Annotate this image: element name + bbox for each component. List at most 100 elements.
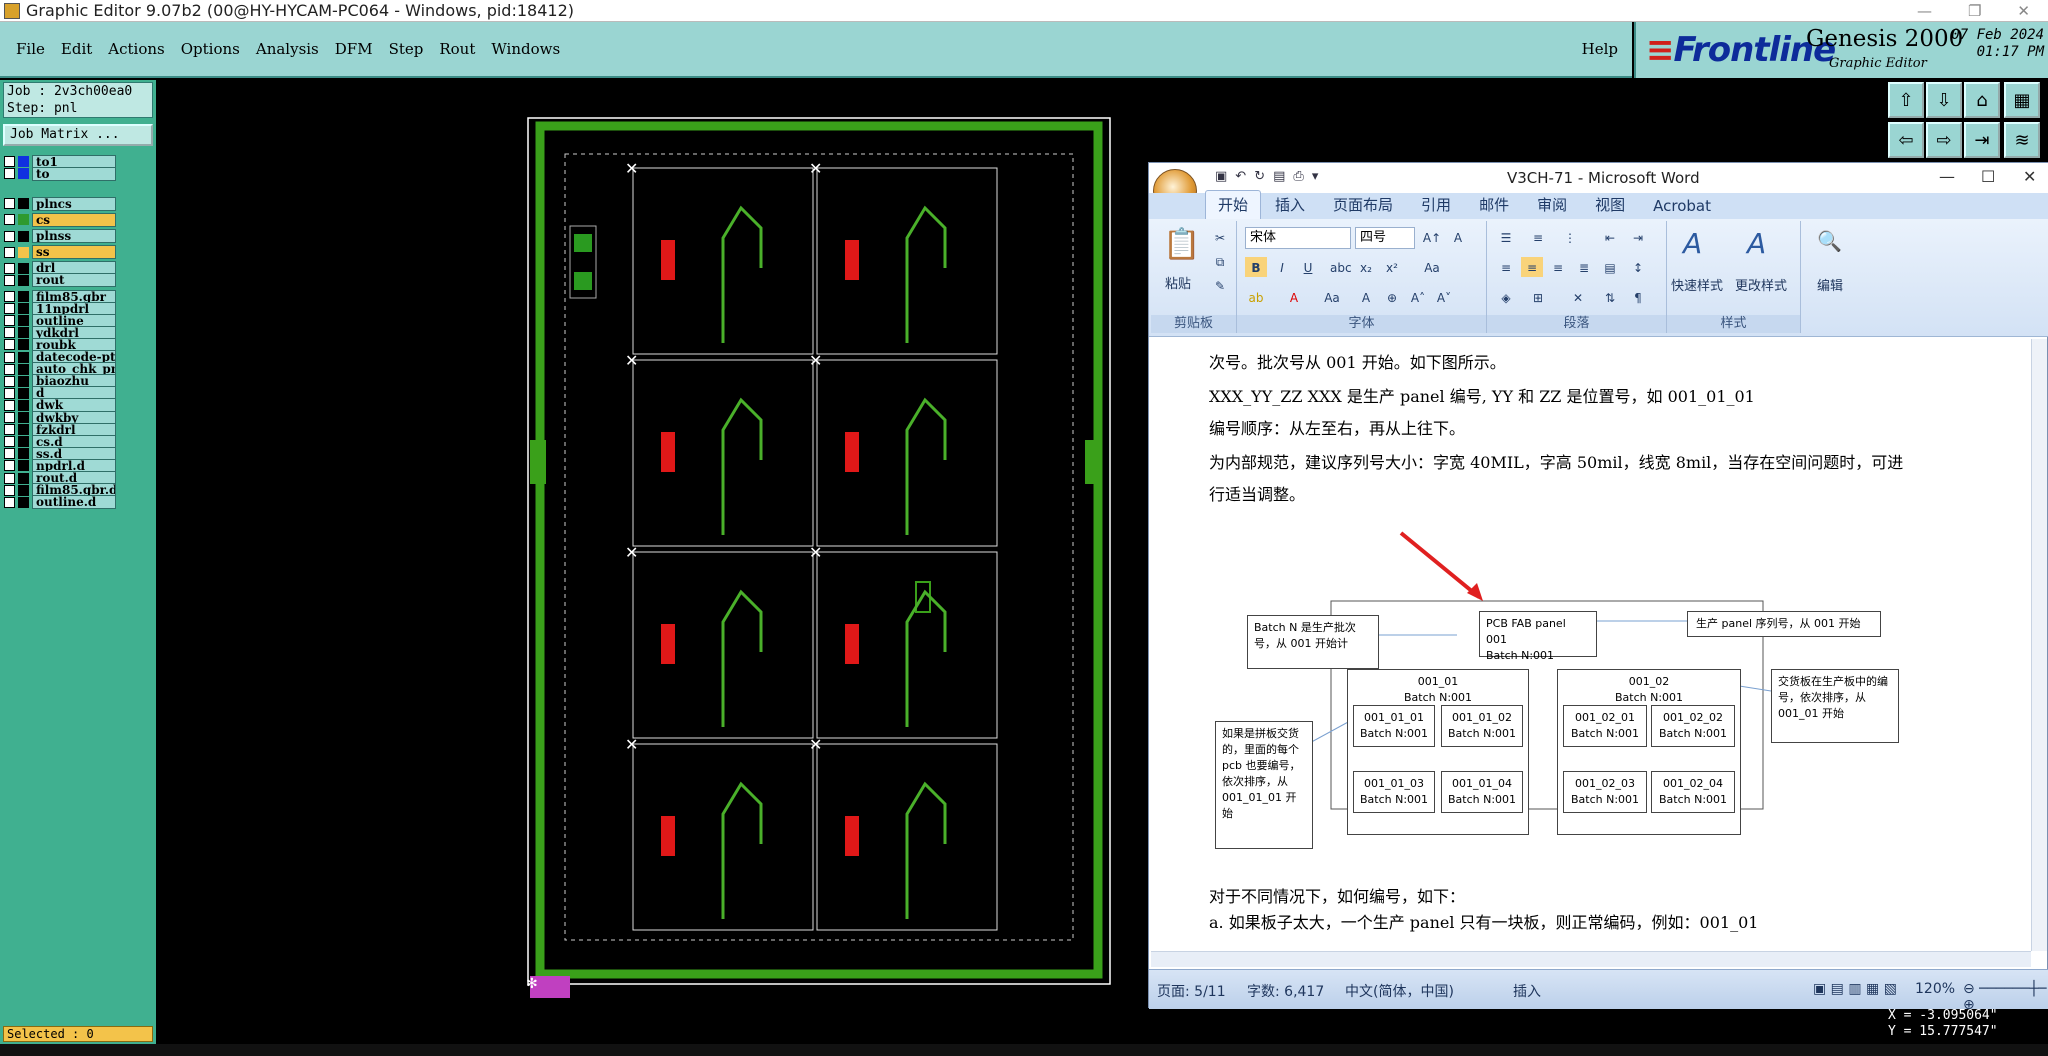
- job-matrix-button[interactable]: Job Matrix ...: [3, 124, 153, 146]
- layer-checkbox[interactable]: [4, 246, 15, 258]
- indent-icon[interactable]: ⇥: [1627, 227, 1649, 247]
- layer-checkbox[interactable]: [4, 214, 15, 226]
- tool-download-icon[interactable]: ⇩: [1926, 82, 1962, 118]
- layer-name[interactable]: rout: [32, 273, 116, 288]
- print-icon[interactable]: ⎙: [1293, 169, 1303, 184]
- menu-analysis[interactable]: Analysis: [256, 40, 319, 58]
- multilevel-icon[interactable]: ⋮: [1559, 227, 1581, 247]
- font-grow-icon[interactable]: A↑: [1421, 227, 1443, 247]
- layer-name[interactable]: plnss: [32, 229, 116, 244]
- outdent-icon[interactable]: ⇤: [1599, 227, 1621, 247]
- view-buttons[interactable]: ▣ ▤ ▥ ▦ ▧: [1813, 981, 1897, 997]
- strike-icon[interactable]: abc: [1329, 257, 1352, 277]
- tab-references[interactable]: 引用: [1407, 194, 1465, 219]
- numbering-icon[interactable]: ≡: [1527, 227, 1549, 247]
- menu-file[interactable]: File: [16, 40, 45, 58]
- change-styles-button[interactable]: 更改样式: [1735, 275, 1787, 294]
- layer-row[interactable]: outline.d: [4, 495, 128, 510]
- tool-home-icon[interactable]: ⌂: [1964, 82, 2000, 118]
- italic-icon[interactable]: I: [1271, 257, 1293, 277]
- change-case-icon[interactable]: Aa: [1421, 257, 1443, 277]
- layer-row[interactable]: cs: [4, 212, 128, 227]
- word-count[interactable]: 字数: 6,417: [1247, 981, 1324, 1001]
- tab-layout[interactable]: 页面布局: [1319, 194, 1407, 219]
- tab-review[interactable]: 审阅: [1523, 194, 1581, 219]
- menu-edit[interactable]: Edit: [61, 40, 92, 58]
- layer-checkbox[interactable]: [4, 496, 15, 508]
- align-center-icon[interactable]: ≡: [1521, 257, 1543, 277]
- font-color-icon[interactable]: A: [1283, 287, 1305, 307]
- copy-icon[interactable]: ⧉: [1209, 251, 1231, 271]
- change-styles-icon[interactable]: A: [1747, 227, 1766, 260]
- language[interactable]: 中文(简体，中国): [1345, 981, 1454, 1001]
- pcb-canvas[interactable]: ✻ ✕ ✕ ✕ ✕ ✕ ✕ ✕ ✕: [520, 114, 1118, 1010]
- tool-wave-icon[interactable]: ≋: [2004, 122, 2040, 158]
- tab-insert[interactable]: 插入: [1261, 194, 1319, 219]
- cut-icon[interactable]: ✂: [1209, 227, 1231, 247]
- shrink-icon[interactable]: A˅: [1433, 287, 1455, 307]
- layer-name[interactable]: plncs: [32, 196, 116, 211]
- font-size-select[interactable]: 四号: [1355, 227, 1415, 249]
- clear-format-icon[interactable]: A: [1447, 227, 1469, 247]
- show-marks-icon[interactable]: ¶: [1627, 287, 1649, 307]
- zoom-level[interactable]: 120%: [1915, 981, 1955, 997]
- redo-icon[interactable]: ↻: [1254, 169, 1265, 184]
- justify-icon[interactable]: ≣: [1573, 257, 1595, 277]
- superscript-icon[interactable]: x²: [1381, 257, 1403, 277]
- subscript-icon[interactable]: x₂: [1355, 257, 1377, 277]
- tool-frame-icon[interactable]: ⇥: [1964, 122, 2000, 158]
- tab-view[interactable]: 视图: [1581, 194, 1639, 219]
- sort-icon[interactable]: ⇅: [1599, 287, 1621, 307]
- customize-icon[interactable]: ▾: [1312, 169, 1319, 184]
- bold-icon[interactable]: B: [1245, 257, 1267, 277]
- tab-acrobat[interactable]: Acrobat: [1639, 197, 1725, 219]
- tool-grid-icon[interactable]: ▦: [2004, 82, 2040, 118]
- layer-name[interactable]: outline.d: [32, 495, 116, 510]
- layer-checkbox[interactable]: [4, 198, 15, 210]
- grow-icon[interactable]: A˄: [1407, 287, 1429, 307]
- document-page[interactable]: 次号。批次号从 001 开始。如下图所示。 XXX_YY_ZZ XXX 是生产 …: [1151, 339, 2031, 951]
- chinese-layout-icon[interactable]: ✕: [1567, 287, 1589, 307]
- close-icon[interactable]: ✕: [2017, 2, 2030, 20]
- layer-row[interactable]: rout: [4, 273, 128, 288]
- horizontal-scrollbar[interactable]: [1151, 951, 2031, 967]
- layer-checkbox[interactable]: [4, 230, 15, 242]
- minimize-icon[interactable]: —: [1917, 2, 1932, 20]
- aa-icon[interactable]: Aa: [1321, 287, 1343, 307]
- word-maximize-icon[interactable]: ☐: [1981, 167, 1995, 186]
- tab-home[interactable]: 开始: [1205, 190, 1262, 219]
- format-painter-icon[interactable]: ✎: [1209, 275, 1231, 295]
- edit-button[interactable]: 编辑: [1817, 275, 1843, 294]
- align-right-icon[interactable]: ≡: [1547, 257, 1569, 277]
- paste-icon[interactable]: 📋: [1163, 227, 1200, 262]
- word-minimize-icon[interactable]: —: [1939, 167, 1955, 186]
- tab-mailings[interactable]: 邮件: [1465, 194, 1523, 219]
- menu-windows[interactable]: Windows: [491, 40, 560, 58]
- vertical-scrollbar[interactable]: [2031, 339, 2047, 951]
- layer-name[interactable]: cs: [32, 212, 116, 227]
- menu-options[interactable]: Options: [181, 40, 240, 58]
- insert-mode[interactable]: 插入: [1513, 981, 1541, 1001]
- page-count[interactable]: 页面: 5/11: [1157, 981, 1226, 1001]
- tool-right-icon[interactable]: ⇨: [1926, 122, 1962, 158]
- paste-button[interactable]: 粘贴: [1165, 273, 1191, 292]
- tool-left-icon[interactable]: ⇦: [1888, 122, 1924, 158]
- font-name-select[interactable]: 宋体: [1245, 227, 1351, 249]
- menu-step[interactable]: Step: [389, 40, 424, 58]
- shading-fill-icon[interactable]: ◈: [1495, 287, 1517, 307]
- menu-rout[interactable]: Rout: [439, 40, 475, 58]
- layer-row[interactable]: plnss: [4, 229, 128, 244]
- save-icon[interactable]: ▣: [1215, 169, 1227, 184]
- layer-row[interactable]: plncs: [4, 196, 128, 211]
- word-close-icon[interactable]: ✕: [2023, 167, 2036, 186]
- menu-help[interactable]: Help: [1582, 40, 1618, 58]
- layer-row[interactable]: ss: [4, 245, 128, 260]
- zoom-slider[interactable]: ⊖ ──────┼─ ⊕: [1963, 981, 2048, 1013]
- enclose-icon[interactable]: ⊕: [1381, 287, 1403, 307]
- quick-styles-icon[interactable]: A: [1683, 227, 1702, 260]
- bullets-icon[interactable]: ☰: [1495, 227, 1517, 247]
- shading-icon[interactable]: A: [1355, 287, 1377, 307]
- layer-checkbox[interactable]: [4, 274, 15, 286]
- layer-row[interactable]: to: [4, 166, 128, 181]
- layer-name[interactable]: ss: [32, 245, 116, 260]
